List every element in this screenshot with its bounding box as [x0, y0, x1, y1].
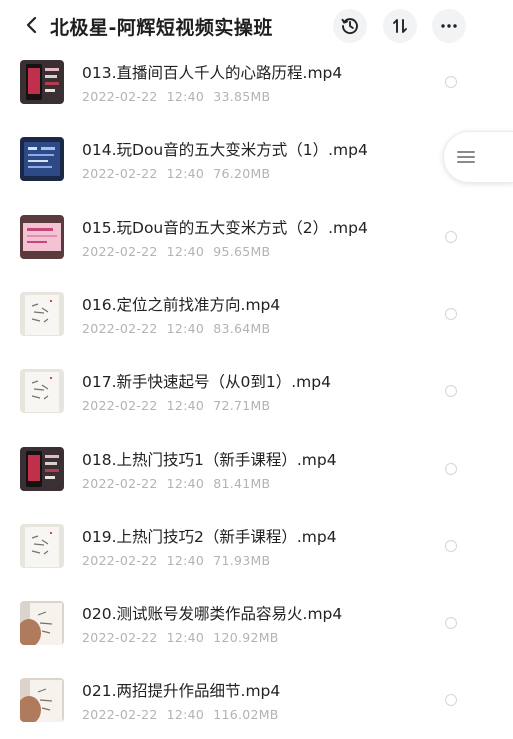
header-bar: 北极星-阿辉短视频实操班	[0, 0, 513, 52]
file-meta: 2022-02-22 12:40 33.85MB	[82, 89, 279, 104]
back-arrow-icon	[26, 16, 37, 34]
video-thumbnail	[20, 137, 64, 182]
file-time: 12:40	[166, 398, 205, 414]
file-meta: 2022-02-22 12:40 72.71MB	[82, 398, 279, 413]
file-size: 116.02MB	[213, 707, 279, 723]
file-date: 2022-02-22	[82, 398, 158, 414]
file-date: 2022-02-22	[82, 552, 158, 568]
file-row[interactable]: 021.两招提升作品细节.mp4 2022-02-22 12:40 116.02MB	[0, 661, 513, 739]
file-row[interactable]: 020.测试账号发哪类作品容易火.mp4 2022-02-22 12:40 120.9…	[0, 584, 513, 662]
file-date: 2022-02-22	[82, 243, 158, 259]
sort-icon	[393, 19, 407, 33]
file-date: 2022-02-22	[82, 320, 158, 336]
file-name: 013.直播间百人千人的心路历程.mp4	[82, 64, 343, 82]
file-meta: 2022-02-22 12:40 81.41MB	[82, 476, 279, 491]
back-button[interactable]	[18, 11, 44, 39]
file-size: 33.85MB	[213, 89, 271, 104]
file-name: 017.新手快速起号（从0到1）.mp4	[82, 373, 331, 392]
file-name: 018.上热门技巧1（新手课程）.mp4	[82, 450, 337, 469]
select-radio[interactable]	[445, 539, 457, 552]
file-time: 12:40	[166, 320, 205, 336]
video-thumbnail	[20, 601, 64, 646]
video-thumbnail	[20, 678, 64, 723]
file-time: 12:40	[166, 552, 205, 568]
video-thumbnail	[20, 523, 64, 568]
file-size: 83.64MB	[213, 320, 271, 336]
select-radio[interactable]	[445, 307, 457, 320]
file-meta: 2022-02-22 12:40 95.65MB	[82, 244, 279, 259]
history-button[interactable]	[333, 9, 367, 43]
video-thumbnail	[20, 214, 64, 259]
file-date: 2022-02-22	[82, 707, 158, 723]
file-meta: 2022-02-22 12:40 83.64MB	[82, 321, 279, 336]
file-size: 81.41MB	[213, 475, 271, 491]
file-name: 020.测试账号发哪类作品容易火.mp4	[82, 605, 343, 624]
file-row[interactable]: 015.玩Dou音的五大变米方式（2）.mp4 2022-02-22 12:40 95…	[0, 198, 513, 276]
select-radio[interactable]	[445, 230, 457, 243]
page-title: 北极星-阿辉短视频实操班	[50, 17, 273, 39]
video-thumbnail	[20, 369, 64, 414]
file-name: 016.定位之前找准方向.mp4	[82, 295, 281, 314]
file-date: 2022-02-22	[82, 89, 158, 104]
file-meta: 2022-02-22 12:40 116.02MB	[82, 707, 288, 722]
file-size: 71.93MB	[213, 552, 271, 568]
file-size: 120.92MB	[213, 630, 279, 646]
file-meta: 2022-02-22 12:40 120.92MB	[82, 630, 288, 645]
floating-menu-handle[interactable]	[443, 131, 513, 183]
video-thumbnail	[20, 291, 64, 336]
file-date: 2022-02-22	[82, 166, 158, 182]
sort-button[interactable]	[383, 9, 417, 43]
file-size: 72.71MB	[213, 398, 271, 414]
file-row[interactable]: 013.直播间百人千人的心路历程.mp4 2022-02-22 12:40 33.85…	[0, 43, 513, 121]
file-name: 019.上热门技巧2（新手课程）.mp4	[82, 527, 337, 546]
select-radio[interactable]	[445, 76, 457, 88]
file-name: 015.玩Dou音的五大变米方式（2）.mp4	[82, 218, 368, 237]
more-button[interactable]	[432, 9, 466, 43]
file-meta: 2022-02-22 12:40 71.93MB	[82, 553, 279, 568]
select-radio[interactable]	[445, 462, 457, 475]
file-row[interactable]: 016.定位之前找准方向.mp4 2022-02-22 12:40 83.64MB	[0, 275, 513, 353]
file-time: 12:40	[166, 707, 205, 723]
file-row[interactable]: 017.新手快速起号（从0到1）.mp4 2022-02-22 12:40 72.71…	[0, 352, 513, 430]
file-meta: 2022-02-22 12:40 76.20MB	[82, 166, 279, 181]
file-name: 014.玩Dou音的五大变米方式（1）.mp4	[82, 141, 368, 160]
file-time: 12:40	[166, 475, 205, 491]
select-radio[interactable]	[445, 617, 457, 630]
file-row[interactable]: 019.上热门技巧2（新手课程）.mp4 2022-02-22 12:40 71.93…	[0, 507, 513, 585]
file-date: 2022-02-22	[82, 630, 158, 646]
select-radio[interactable]	[445, 385, 457, 398]
more-icon	[441, 24, 457, 28]
file-row[interactable]: 014.玩Dou音的五大变米方式（1）.mp4 2022-02-22 12:40 76…	[0, 120, 513, 198]
history-icon	[341, 18, 358, 35]
file-date: 2022-02-22	[82, 475, 158, 491]
file-time: 12:40	[166, 243, 205, 259]
file-time: 12:40	[166, 630, 205, 646]
file-size: 76.20MB	[213, 166, 271, 182]
video-thumbnail	[20, 60, 64, 104]
file-time: 12:40	[166, 89, 205, 104]
file-size: 95.65MB	[213, 243, 271, 259]
select-radio[interactable]	[445, 694, 457, 707]
menu-lines-icon	[457, 148, 475, 166]
video-thumbnail	[20, 446, 64, 491]
file-row[interactable]: 018.上热门技巧1（新手课程）.mp4 2022-02-22 12:40 81.41…	[0, 430, 513, 508]
file-time: 12:40	[166, 166, 205, 182]
file-name: 021.两招提升作品细节.mp4	[82, 682, 281, 701]
